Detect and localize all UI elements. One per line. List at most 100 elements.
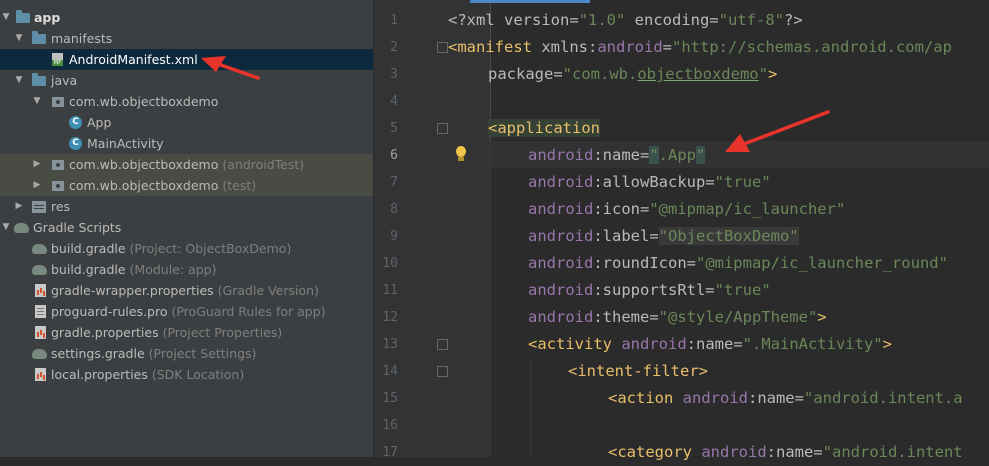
tree-label: manifests (51, 31, 113, 46)
tree-label: com.wb.objectboxdemo (69, 94, 219, 109)
line-number: 14 (382, 364, 398, 379)
code-token: android (528, 281, 594, 299)
code-token: ".MainActivity" (742, 335, 883, 353)
line-number: 6 (390, 148, 398, 163)
code-token: :label= (593, 227, 659, 245)
expand-arrow-icon[interactable]: ▼ (0, 7, 12, 28)
properties-icon (35, 326, 46, 339)
code-line-15: <action android:name="android.intent.a (608, 385, 963, 412)
tree-hint: (androidTest) (222, 157, 305, 172)
expand-arrow-icon[interactable]: ▼ (13, 28, 25, 49)
tree-row-gradle-scripts[interactable]: ▼ Gradle Scripts (0, 217, 373, 238)
tree-label-group: local.properties (SDK Location) (51, 364, 244, 385)
tree-label: App (87, 115, 112, 130)
android-module-icon (16, 10, 30, 23)
properties-icon (35, 368, 46, 381)
code-token: android (701, 443, 767, 461)
tree-row-class-app[interactable]: C App (0, 112, 373, 133)
fold-marker-icon[interactable] (437, 366, 448, 377)
expand-arrow-icon[interactable]: ▼ (13, 70, 25, 91)
code-token: :name= (593, 146, 650, 164)
tree-hint: (Project Properties) (162, 325, 283, 340)
tree-row-package-main[interactable]: ▼ com.wb.objectboxdemo (0, 91, 373, 112)
line-number: 15 (382, 391, 398, 406)
code-token: "com.wb. (562, 65, 638, 83)
code-token: " (649, 146, 659, 164)
line-number: 4 (390, 94, 398, 109)
tree-row-gradle-properties[interactable]: gradle.properties (Project Properties) (0, 322, 373, 343)
expand-arrow-icon[interactable]: ▼ (0, 217, 12, 238)
tree-label-group: proguard-rules.pro (ProGuard Rules for a… (51, 301, 326, 322)
code-token: <manifest (448, 38, 542, 56)
tree-label-group: com.wb.objectboxdemo (androidTest) (69, 154, 304, 175)
tree-label: Gradle Scripts (33, 220, 122, 235)
code-token: :name= (766, 443, 823, 461)
collapse-arrow-icon[interactable]: ▶ (13, 196, 25, 217)
tree-label-group: gradle-wrapper.properties (Gradle Versio… (51, 280, 319, 301)
tree-row-manifests[interactable]: ▼ manifests (0, 28, 373, 49)
tree-label: gradle-wrapper.properties (51, 283, 214, 298)
collapse-arrow-icon[interactable]: ▶ (31, 154, 43, 175)
tree-row-class-mainactivity[interactable]: C MainActivity (0, 133, 373, 154)
tree-row-gradle-wrapper-properties[interactable]: gradle-wrapper.properties (Gradle Versio… (0, 280, 373, 301)
tree-row-local-properties[interactable]: local.properties (SDK Location) (0, 364, 373, 385)
tree-label: app (34, 10, 61, 25)
tree-label: java (51, 73, 78, 88)
code-line-5: <application (488, 115, 600, 142)
code-token: > (817, 308, 827, 326)
code-token: objectboxdemo (637, 65, 759, 83)
code-token: "true" (714, 173, 771, 191)
tree-hint: (test) (222, 178, 257, 193)
tree-label-group: gradle.properties (Project Properties) (51, 322, 282, 343)
lightbulb-icon[interactable] (455, 146, 467, 163)
code-token: android (528, 308, 594, 326)
code-line-13: <activity android:name=".MainActivity"> (528, 331, 892, 358)
tree-hint: (Module: app) (129, 262, 217, 277)
tree-row-java[interactable]: ▼ java (0, 70, 373, 91)
expand-arrow-icon[interactable]: ▼ (31, 91, 43, 112)
line-number: 3 (390, 67, 398, 82)
fold-marker-icon[interactable] (437, 339, 448, 350)
fold-marker-icon[interactable] (437, 123, 448, 134)
gradle-icon (32, 244, 47, 254)
line-number: 2 (390, 40, 398, 55)
code-token: package= (488, 65, 563, 83)
code-token: "1.0" (578, 11, 626, 29)
fold-marker-icon[interactable] (437, 42, 448, 53)
tree-label-group: build.gradle (Project: ObjectBoxDemo) (51, 238, 291, 259)
tree-label-group: com.wb.objectboxdemo (test) (69, 175, 256, 196)
code-token: android (528, 254, 594, 272)
line-number: 1 (390, 13, 398, 28)
tree-row-package-test[interactable]: ▶ com.wb.objectboxdemo (test) (0, 175, 373, 196)
properties-icon (35, 284, 46, 297)
line-number: 11 (382, 283, 398, 298)
code-token: :name= (686, 335, 743, 353)
line-number: 10 (382, 256, 398, 271)
code-token: <activity (528, 335, 622, 353)
class-icon: C (69, 137, 82, 150)
tree-row-res[interactable]: ▶ res (0, 196, 373, 217)
collapse-arrow-icon[interactable]: ▶ (31, 175, 43, 196)
code-token: <category (608, 443, 702, 461)
code-token: encoding= (625, 11, 719, 29)
tree-row-package-androidtest[interactable]: ▶ com.wb.objectboxdemo (androidTest) (0, 154, 373, 175)
tree-row-androidmanifest[interactable]: AndroidManifest.xml (0, 49, 373, 70)
code-line-6: android:name=".App" (528, 142, 706, 169)
tree-row-app[interactable]: ▼ app (0, 7, 373, 28)
tree-label: gradle.properties (51, 325, 159, 340)
folder-icon (32, 73, 46, 86)
code-line-8: android:icon="@mipmap/ic_launcher" (528, 196, 845, 223)
tree-label: AndroidManifest.xml (69, 52, 198, 67)
gradle-icon (32, 265, 47, 275)
tree-row-build-gradle-module[interactable]: build.gradle (Module: app) (0, 259, 373, 280)
gradle-icon (32, 349, 47, 359)
code-line-7: android:allowBackup="true" (528, 169, 771, 196)
code-token: <?xml version= (448, 11, 579, 29)
code-token: :allowBackup= (593, 173, 715, 191)
tree-row-settings-gradle[interactable]: settings.gradle (Project Settings) (0, 343, 373, 364)
tree-row-build-gradle-project[interactable]: build.gradle (Project: ObjectBoxDemo) (0, 238, 373, 259)
code-token: "true" (714, 281, 771, 299)
tree-row-proguard-rules[interactable]: proguard-rules.pro (ProGuard Rules for a… (0, 301, 373, 322)
tree-label: com.wb.objectboxdemo (69, 178, 219, 193)
code-token: ?> (783, 11, 803, 29)
